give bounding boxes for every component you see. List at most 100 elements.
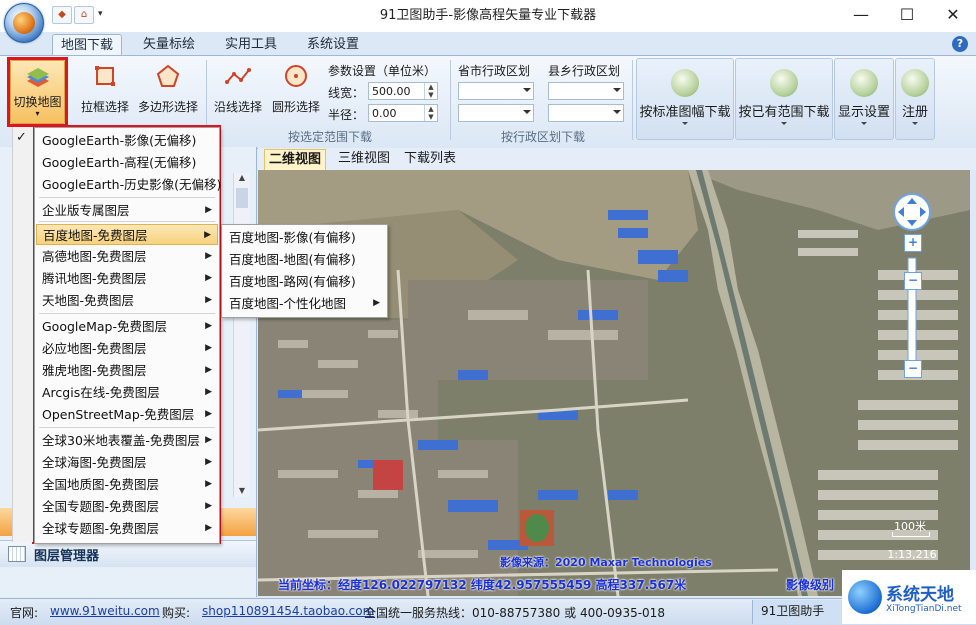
spinner-arrows-icon[interactable]: ▲ ▼: [424, 83, 437, 99]
switch-map-button[interactable]: 切换地图 ▾: [10, 60, 65, 124]
menu-item[interactable]: 雅虎地图-免费图层 ▶: [36, 360, 218, 381]
menu-item[interactable]: 全球海图-免费图层 ▶: [36, 452, 218, 473]
tab-2d-view[interactable]: 二维视图: [264, 149, 327, 171]
menu-item[interactable]: GoogleEarth-历史影像(无偏移): [36, 174, 221, 195]
menu-item[interactable]: 全球专题图-免费图层 ▶: [36, 518, 218, 539]
scroll-thumb[interactable]: [236, 188, 248, 208]
close-button[interactable]: ✕: [930, 0, 976, 32]
download-by-existing-button[interactable]: 按已有范围下载: [735, 58, 833, 140]
buy-label: 购买:: [162, 606, 191, 620]
cursor-coordinates: 当前坐标：经度126.022797132 纬度42.957555459 高程33…: [278, 578, 687, 592]
download-by-standard-button[interactable]: 按标准图幅下载: [636, 58, 734, 140]
submenu-item[interactable]: 百度地图-个性化地图 ▶: [223, 293, 386, 314]
layer-manager-panel[interactable]: 图层管理器: [0, 540, 256, 567]
submenu-item-label: 百度地图-个性化地图: [229, 296, 347, 311]
county-combo[interactable]: [548, 82, 624, 100]
submenu-arrow-icon: ▶: [205, 457, 212, 467]
menu-item[interactable]: Arcgis在线-免费图层 ▶: [36, 382, 218, 403]
switch-map-label: 切换地图: [13, 95, 62, 109]
radius-input[interactable]: 0.00 ▲ ▼: [368, 104, 438, 122]
user-icon: [901, 69, 929, 97]
menu-item[interactable]: GoogleMap-免费图层 ▶: [36, 316, 218, 337]
register-button[interactable]: 注册: [895, 58, 935, 140]
menu-item[interactable]: 全国专题图-免费图层 ▶: [36, 496, 218, 517]
tab-vector-plot[interactable]: 矢量标绘: [135, 34, 203, 55]
minimize-button[interactable]: —: [838, 0, 884, 32]
qat-dropdown-icon[interactable]: ▾: [98, 9, 103, 19]
menu-item-label: 腾讯地图-免费图层: [42, 271, 147, 286]
taskbar-app[interactable]: 91卫图助手: [752, 600, 848, 624]
town-combo[interactable]: [548, 104, 624, 122]
menu-item-label: 必应地图-免费图层: [42, 341, 147, 356]
menu-item[interactable]: GoogleEarth-高程(无偏移): [36, 152, 218, 173]
tab-download-list[interactable]: 下载列表: [400, 149, 460, 169]
rect-select-button[interactable]: 拉框选择: [78, 62, 132, 115]
menu-item[interactable]: 全球30米地表覆盖-免费图层 ▶: [36, 430, 218, 451]
menu-item-label: 全国地质图-免费图层: [42, 477, 160, 492]
province-combo[interactable]: [458, 82, 534, 100]
menu-item[interactable]: 全国地质图-免费图层 ▶: [36, 474, 218, 495]
menu-item[interactable]: OpenStreetMap-免费图层 ▶: [36, 404, 218, 425]
scroll-down-icon[interactable]: ▼: [234, 486, 250, 495]
chevron-down-icon: [781, 122, 787, 125]
menu-item[interactable]: 企业版专属图层 ▶: [36, 200, 218, 221]
submenu-arrow-icon: ▶: [205, 435, 212, 445]
city-combo[interactable]: [458, 104, 534, 122]
menu-item[interactable]: 腾讯地图-免费图层 ▶: [36, 268, 218, 289]
chevron-down-icon: [613, 88, 621, 92]
line-width-input[interactable]: 500.00 ▲ ▼: [368, 82, 438, 100]
zoom-in-button[interactable]: +: [904, 234, 922, 252]
ribbon-divider: [632, 60, 633, 140]
submenu-arrow-icon: ▶: [205, 205, 212, 215]
circle-select-button[interactable]: 圆形选择: [268, 62, 324, 115]
scale-ratio: 1:13,216: [887, 548, 937, 561]
map-source-menu[interactable]: GoogleEarth-影像(无偏移) GoogleEarth-高程(无偏移) Go…: [34, 127, 221, 544]
download-icon: [671, 69, 699, 97]
menu-item[interactable]: 百度地图-免费图层 ▶: [36, 224, 218, 245]
site-link[interactable]: www.91weitu.com: [50, 604, 160, 618]
group-label-admin: 按行政区划下载: [500, 130, 585, 144]
menu-item-label: 百度地图-免费图层: [43, 228, 148, 243]
tab-map-download[interactable]: 地图下载: [52, 34, 123, 56]
menu-item[interactable]: 高德地图-免费图层 ▶: [36, 246, 218, 267]
line-select-button[interactable]: 沿线选择: [210, 62, 266, 115]
tag-icon[interactable]: ◆: [52, 6, 72, 24]
submenu-item-label: 百度地图-地图(有偏移): [229, 252, 356, 267]
chevron-down-icon: [523, 110, 531, 114]
menu-item-label: 雅虎地图-免费图层: [42, 363, 147, 378]
scroll-up-icon[interactable]: ▲: [234, 173, 250, 182]
buy-link[interactable]: shop110891454.taobao.com: [202, 604, 374, 618]
left-scrollbar[interactable]: ▲ ▼: [233, 173, 250, 497]
menu-item[interactable]: GoogleEarth-影像(无偏移): [36, 130, 218, 151]
menu-item[interactable]: 必应地图-免费图层 ▶: [36, 338, 218, 359]
submenu-item[interactable]: 百度地图-路网(有偏移): [223, 271, 386, 292]
submenu-arrow-icon: ▶: [205, 409, 212, 419]
radius-label: 半径：: [328, 108, 365, 122]
tab-3d-view[interactable]: 三维视图: [334, 149, 394, 169]
submenu-arrow-icon: ▶: [204, 230, 211, 240]
watermark-site: 系统天地: [886, 585, 954, 605]
menu-item[interactable]: 天地图-免费图层 ▶: [36, 290, 218, 311]
chevron-down-icon: [861, 122, 867, 125]
submenu-item[interactable]: 百度地图-影像(有偏移): [223, 227, 386, 248]
zoom-slider-handle[interactable]: −: [904, 272, 922, 290]
hotline-text: 全国统一服务热线：010-88757380 或 400-0935-018: [364, 606, 665, 620]
chevron-down-icon: [912, 122, 918, 125]
tab-settings[interactable]: 系统设置: [299, 34, 367, 55]
home-icon[interactable]: ⌂: [74, 6, 94, 24]
app-menu-button[interactable]: [4, 3, 44, 43]
help-icon[interactable]: ?: [952, 36, 968, 52]
zoom-out-button[interactable]: −: [904, 360, 922, 378]
layer-manager-label: 图层管理器: [34, 549, 100, 564]
menu-gutter: ✓: [12, 127, 33, 542]
baidu-submenu[interactable]: 百度地图-影像(有偏移) 百度地图-地图(有偏移) 百度地图-路网(有偏移) 百度地图…: [221, 224, 388, 318]
polygon-select-button[interactable]: 多边形选择: [134, 62, 202, 115]
menu-item-label: Arcgis在线-免费图层: [42, 385, 160, 400]
line-select-label: 沿线选择: [213, 100, 262, 114]
tab-tools[interactable]: 实用工具: [217, 34, 285, 55]
maximize-button[interactable]: ☐: [884, 0, 930, 32]
standard-label: 按标准图幅下载: [639, 105, 731, 120]
spinner-arrows-icon[interactable]: ▲ ▼: [424, 105, 437, 121]
display-settings-button[interactable]: 显示设置: [834, 58, 894, 140]
submenu-item[interactable]: 百度地图-地图(有偏移): [223, 249, 386, 270]
